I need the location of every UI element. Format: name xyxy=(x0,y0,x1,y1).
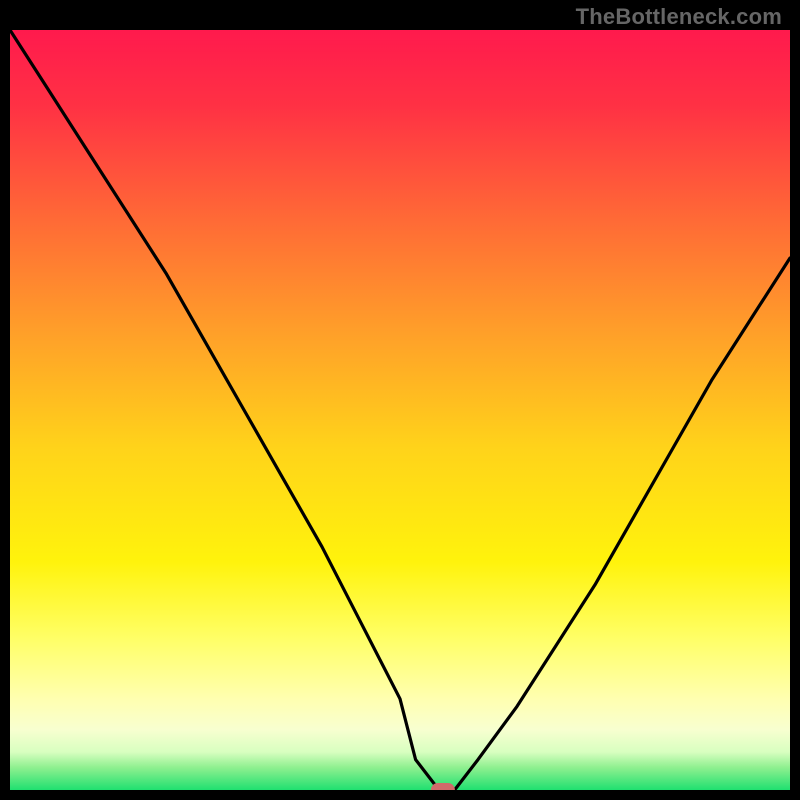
minimum-marker xyxy=(431,783,455,790)
chart-frame: TheBottleneck.com xyxy=(0,0,800,800)
watermark-text: TheBottleneck.com xyxy=(576,4,782,30)
plot-background xyxy=(10,30,790,790)
bottleneck-chart xyxy=(10,30,790,790)
